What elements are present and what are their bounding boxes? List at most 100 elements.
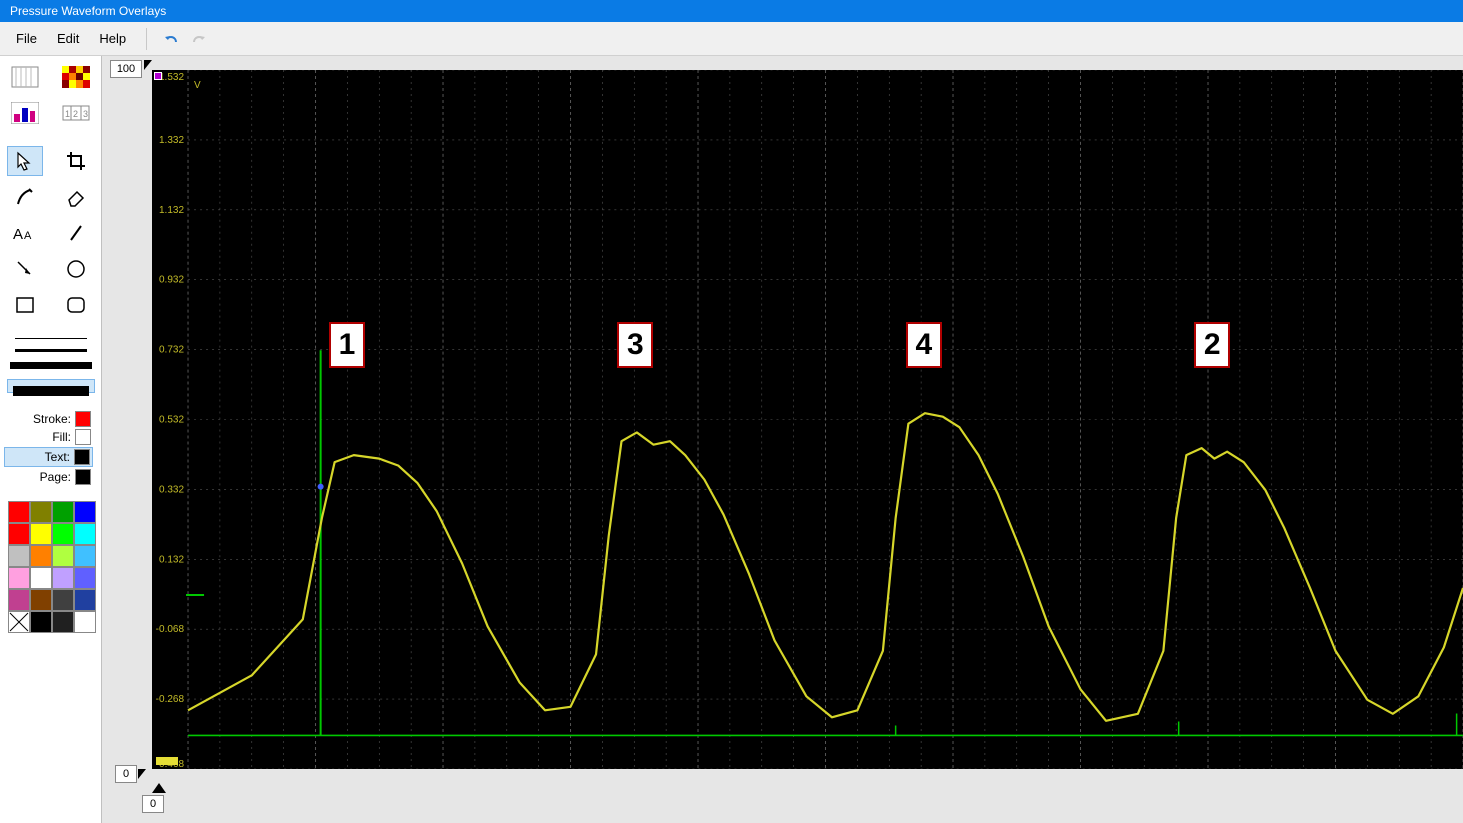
line-thin[interactable] (15, 338, 87, 339)
tool-eraser[interactable] (58, 182, 94, 212)
svg-text:-0.068: -0.068 (156, 624, 185, 635)
ruler-top-input[interactable] (110, 60, 142, 78)
palette-color[interactable] (30, 567, 52, 589)
annotation-label[interactable]: 4 (906, 322, 942, 368)
ruler-bottom-input[interactable] (142, 795, 164, 813)
window-title: Pressure Waveform Overlays (10, 4, 166, 18)
window-titlebar: Pressure Waveform Overlays (0, 0, 1463, 22)
row-page[interactable]: Page: (4, 469, 91, 485)
svg-text:0.532: 0.532 (159, 415, 184, 426)
line-medium[interactable] (15, 349, 87, 352)
trace-indicator[interactable] (156, 757, 178, 765)
ruler-bottom-marker-icon[interactable] (152, 783, 166, 795)
palette-color[interactable] (74, 567, 96, 589)
pointer-icon (14, 150, 36, 172)
palette-color[interactable] (52, 545, 74, 567)
eraser-icon (65, 186, 87, 208)
line-xthick[interactable] (7, 379, 95, 393)
palette-color[interactable] (74, 545, 96, 567)
palette-color[interactable] (8, 589, 30, 611)
ruler-top-marker-icon[interactable] (144, 60, 156, 74)
menu-bar: File Edit Help (0, 22, 1463, 56)
tool-rectangle[interactable] (7, 290, 43, 320)
svg-text:0.132: 0.132 (159, 554, 184, 565)
palette-color[interactable] (8, 523, 30, 545)
tool-ellipse[interactable] (58, 254, 94, 284)
svg-text:0.932: 0.932 (159, 275, 184, 286)
heatmap-icon (62, 66, 90, 88)
redo-button (185, 25, 213, 53)
tool-arrow[interactable] (7, 254, 43, 284)
menu-separator (146, 28, 147, 50)
palette-color[interactable] (74, 611, 96, 633)
svg-text:2: 2 (73, 109, 78, 119)
tool-rounded-rect[interactable] (58, 290, 94, 320)
svg-text:1.532: 1.532 (159, 72, 184, 83)
row-fill[interactable]: Fill: (4, 429, 91, 445)
palette-color[interactable] (8, 611, 30, 633)
palette-color[interactable] (52, 589, 74, 611)
svg-text:3: 3 (83, 109, 88, 119)
toolbox: 123 AA (0, 56, 102, 823)
tool-pointer[interactable] (7, 146, 43, 176)
svg-text:0.332: 0.332 (159, 484, 184, 495)
palette-color[interactable] (30, 501, 52, 523)
palette-color[interactable] (74, 501, 96, 523)
tool-line[interactable] (58, 218, 94, 248)
svg-text:0.732: 0.732 (159, 345, 184, 356)
palette-color[interactable] (8, 501, 30, 523)
ruler-left-input[interactable] (115, 765, 137, 783)
arrow-icon (14, 258, 36, 280)
stroke-swatch[interactable] (75, 411, 91, 427)
palette-color[interactable] (52, 567, 74, 589)
palette-color[interactable] (30, 589, 52, 611)
rounded-rect-icon (65, 294, 87, 316)
undo-button[interactable] (157, 25, 185, 53)
fill-swatch[interactable] (75, 429, 91, 445)
text-swatch[interactable] (74, 449, 90, 465)
palette-color[interactable] (52, 501, 74, 523)
svg-text:1.132: 1.132 (159, 205, 184, 216)
palette-color[interactable] (8, 545, 30, 567)
ellipse-icon (65, 258, 87, 280)
redo-icon (190, 30, 208, 48)
menu-edit[interactable]: Edit (47, 25, 89, 52)
palette-color[interactable] (30, 523, 52, 545)
palette-color[interactable] (74, 523, 96, 545)
annotation-label[interactable]: 3 (617, 322, 653, 368)
row-stroke[interactable]: Stroke: (4, 411, 91, 427)
palette-color[interactable] (30, 545, 52, 567)
annotation-label[interactable]: 1 (329, 322, 365, 368)
tool-heatmap[interactable] (58, 62, 94, 92)
row-text[interactable]: Text: (4, 447, 93, 467)
crop-icon (65, 150, 87, 172)
svg-text:1: 1 (65, 109, 70, 119)
page-swatch[interactable] (75, 469, 91, 485)
annotation-label[interactable]: 2 (1194, 322, 1230, 368)
palette-color[interactable] (52, 611, 74, 633)
color-palette (4, 501, 97, 633)
ruler-left-marker-icon[interactable] (138, 769, 150, 783)
svg-text:A: A (24, 230, 32, 242)
tool-trace-view[interactable] (7, 62, 43, 92)
tool-bar-chart[interactable] (7, 98, 43, 128)
numeric-icon: 123 (62, 102, 90, 124)
svg-text:A: A (13, 226, 23, 243)
pen-icon (14, 186, 36, 208)
text-icon: AA (13, 223, 37, 243)
menu-help[interactable]: Help (89, 25, 136, 52)
tool-text[interactable]: AA (7, 218, 43, 248)
stroke-label: Stroke: (33, 412, 71, 426)
canvas-area: -0.468-0.268-0.0680.1320.3320.5320.7320.… (102, 56, 1463, 823)
palette-color[interactable] (74, 589, 96, 611)
tool-numeric[interactable]: 123 (58, 98, 94, 128)
palette-color[interactable] (30, 611, 52, 633)
tool-pen[interactable] (7, 182, 43, 212)
line-thick[interactable] (10, 362, 92, 369)
palette-color[interactable] (52, 523, 74, 545)
bar-chart-icon (11, 102, 39, 124)
tool-crop[interactable] (58, 146, 94, 176)
palette-color[interactable] (8, 567, 30, 589)
menu-file[interactable]: File (6, 25, 47, 52)
waveform-plot[interactable]: -0.468-0.268-0.0680.1320.3320.5320.7320.… (152, 70, 1463, 769)
